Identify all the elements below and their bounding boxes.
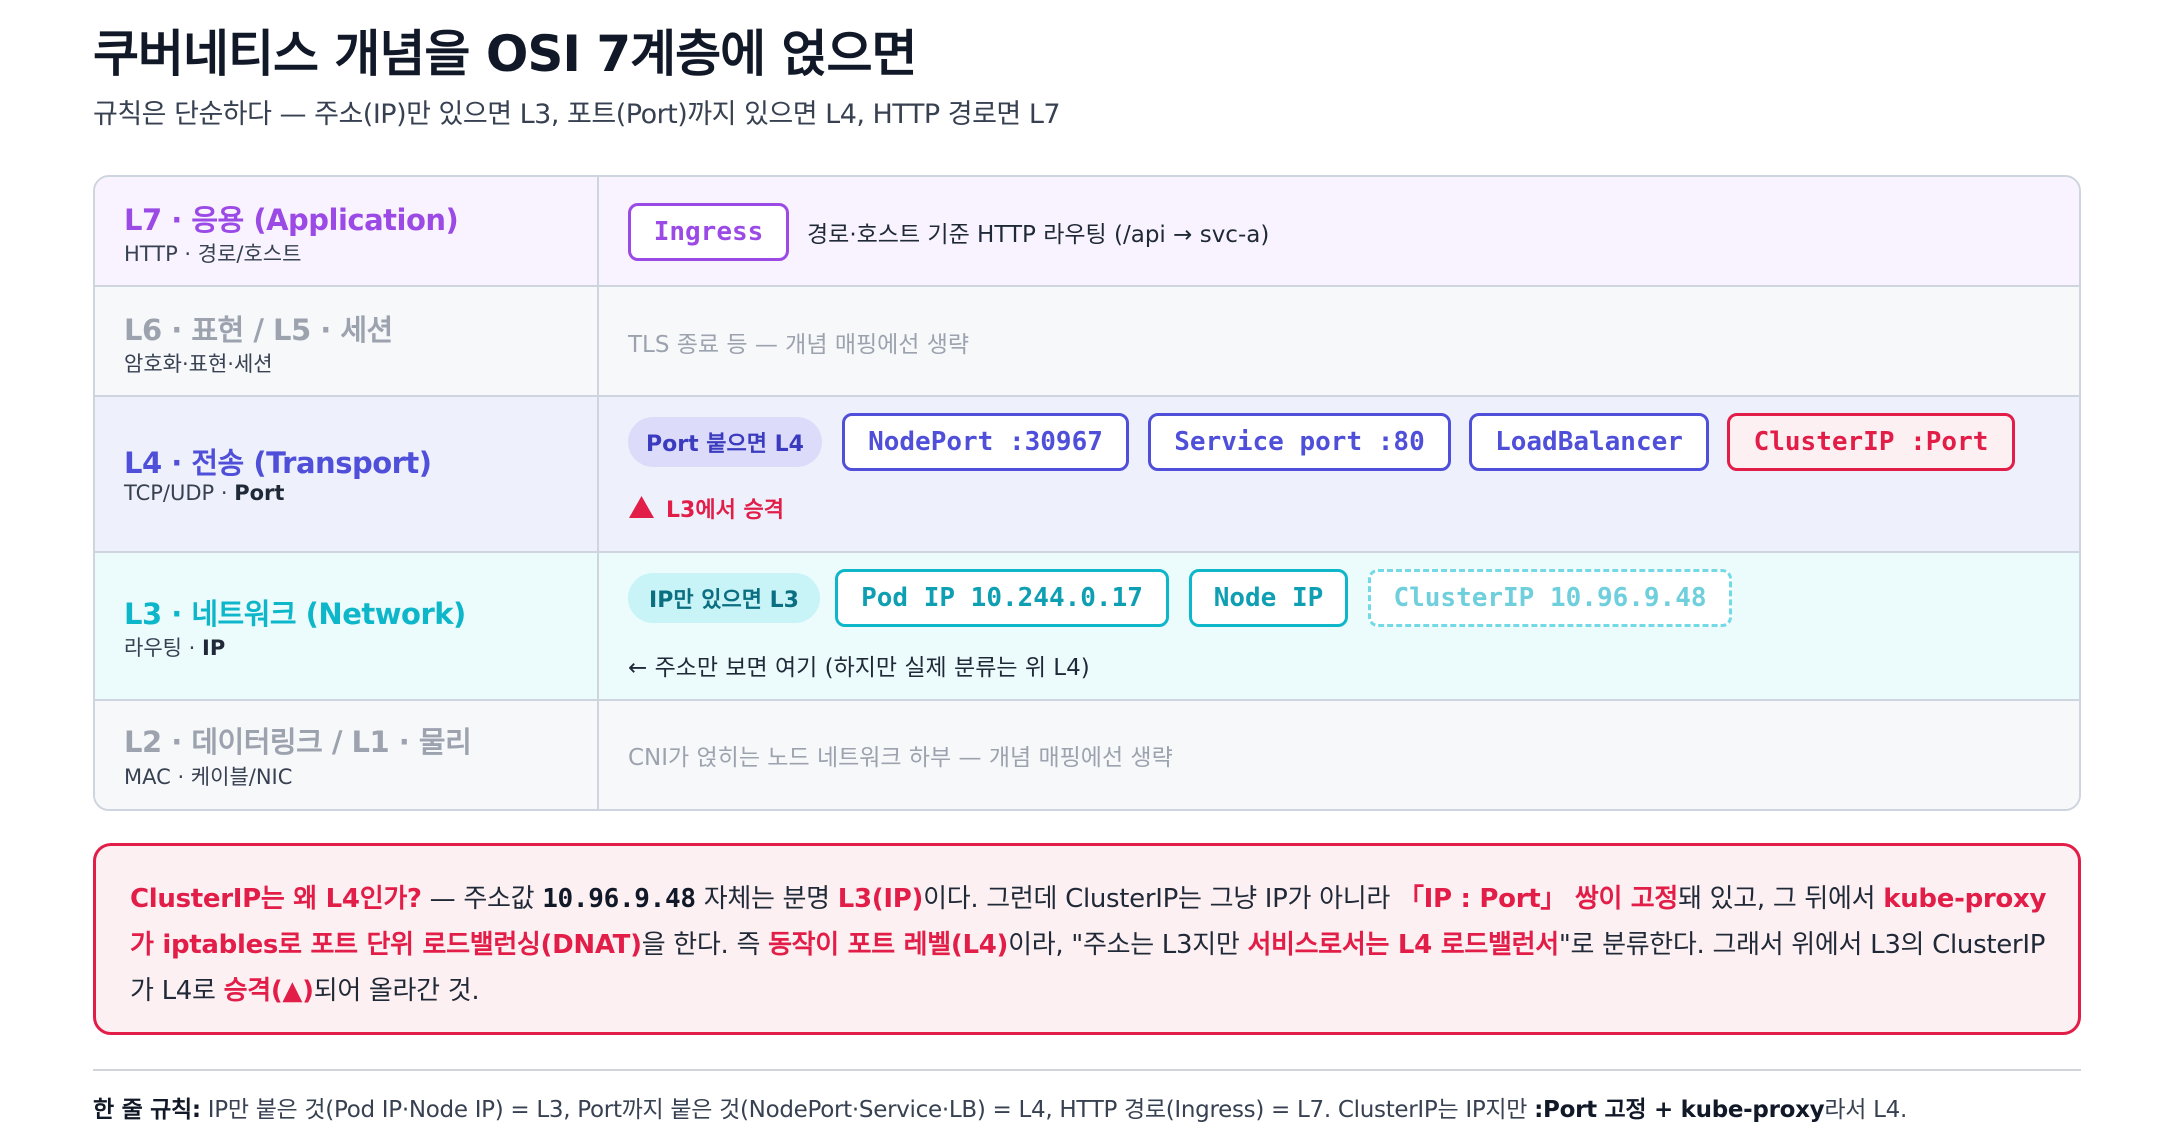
pod-ip-chip: Pod IP 10.244.0.17 [835,569,1169,627]
layer-content-cell: IP만 있으면 L3 Pod IP 10.244.0.17 Node IP Cl… [599,553,2079,699]
layer-row-l4: L4 · 전송 (Transport) TCP/UDP · Port Port … [95,397,2079,553]
layer-description: TLS 종료 등 — 개념 매핑에선 생략 [628,332,970,358]
layer-row-l6-l5: L6 · 표현 / L5 · 세션 암호화·표현·세션 TLS 종료 등 — 개… [95,287,2079,397]
page-subtitle: 규칙은 단순하다 — 주소(IP)만 있으면 L3, 포트(Port)까지 있으… [93,99,1061,130]
layer-content-cell: TLS 종료 등 — 개념 매핑에선 생략 [599,287,2079,395]
l4-rule-pill: Port 붙으면 L4 [628,417,822,467]
footer-rule: 한 줄 규칙: IP만 붙은 것(Pod IP·Node IP) = L3, P… [93,1097,1907,1123]
layer-row-l2-l1: L2 · 데이터링크 / L1 · 물리 MAC · 케이블/NIC CNI가 … [95,701,2079,809]
l3-note: ← 주소만 보면 여기 (하지만 실제 분류는 위 L4) [628,655,1090,681]
nodeport-chip: NodePort :30967 [842,413,1129,471]
layer-row-l7: L7 · 응용 (Application) HTTP · 경로/호스트 Ingr… [95,177,2079,287]
ingress-chip: Ingress [628,203,789,261]
clusterip-port-chip: ClusterIP :Port [1727,413,2015,471]
triangle-up-icon [629,496,654,518]
layer-name: L2 · 데이터링크 / L1 · 물리 [124,725,472,759]
layer-subtitle: MAC · 케이블/NIC [124,765,293,789]
layer-name: L3 · 네트워크 (Network) [124,597,466,631]
node-ip-chip: Node IP [1189,569,1348,627]
layer-name: L6 · 표현 / L5 · 세션 [124,313,393,347]
layer-content-cell: Ingress 경로·호스트 기준 HTTP 라우팅 (/api → svc-a… [599,177,2079,285]
promoted-label: L3에서 승격 [666,498,784,523]
layer-name: L4 · 전송 (Transport) [124,446,432,480]
layer-label-cell: L7 · 응용 (Application) HTTP · 경로/호스트 [95,177,599,285]
clusterip-explanation-box: ClusterIP는 왜 L4인가? — 주소값 10.96.9.48 자체는 … [93,843,2081,1035]
page-title: 쿠버네티스 개념을 OSI 7계층에 얹으면 [93,25,918,83]
l3-rule-pill: IP만 있으면 L3 [628,573,820,623]
layer-subtitle: TCP/UDP · Port [124,481,285,505]
footer-divider [93,1069,2081,1071]
layer-description: 경로·호스트 기준 HTTP 라우팅 (/api → svc-a) [807,222,1270,248]
layer-subtitle: 라우팅 · IP [124,636,226,660]
service-port-chip: Service port :80 [1148,413,1451,471]
layer-label-cell: L2 · 데이터링크 / L1 · 물리 MAC · 케이블/NIC [95,701,599,809]
layer-row-l3: L3 · 네트워크 (Network) 라우팅 · IP IP만 있으면 L3 … [95,553,2079,701]
layer-name: L7 · 응용 (Application) [124,203,459,237]
layer-label-cell: L4 · 전송 (Transport) TCP/UDP · Port [95,397,599,551]
layer-description: CNI가 얹히는 노드 네트워크 하부 — 개념 매핑에선 생략 [628,745,1173,771]
loadbalancer-chip: LoadBalancer [1469,413,1709,471]
layer-label-cell: L6 · 표현 / L5 · 세션 암호화·표현·세션 [95,287,599,395]
layer-subtitle: HTTP · 경로/호스트 [124,242,302,266]
layer-content-cell: Port 붙으면 L4 NodePort :30967 Service port… [599,397,2079,551]
layer-content-cell: CNI가 얹히는 노드 네트워크 하부 — 개념 매핑에선 생략 [599,701,2079,809]
osi-layer-table: L7 · 응용 (Application) HTTP · 경로/호스트 Ingr… [93,175,2081,811]
explanation-text: ClusterIP는 왜 L4인가? — 주소값 10.96.9.48 자체는 … [130,884,2047,1006]
layer-subtitle: 암호화·표현·세션 [124,352,273,376]
clusterip-address-chip: ClusterIP 10.96.9.48 [1368,569,1732,627]
layer-label-cell: L3 · 네트워크 (Network) 라우팅 · IP [95,553,599,699]
